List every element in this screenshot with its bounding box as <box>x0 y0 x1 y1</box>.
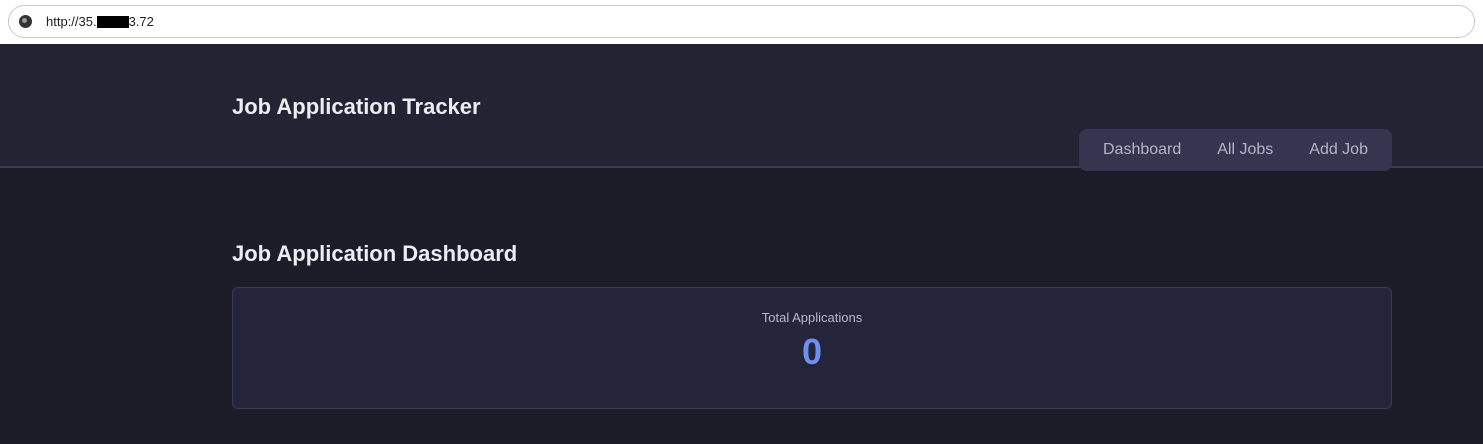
total-applications-card: Total Applications 0 <box>232 287 1392 409</box>
nav-dashboard[interactable]: Dashboard <box>1103 141 1181 159</box>
app-title: Job Application Tracker <box>232 94 481 119</box>
globe-icon <box>19 15 32 28</box>
app-header: Job Application Tracker Dashboard All Jo… <box>0 44 1483 171</box>
stat-label: Total Applications <box>761 310 863 325</box>
address-bar[interactable]: http://35. 3.72 <box>8 5 1475 38</box>
redaction <box>96 15 129 28</box>
page-title: Job Application Dashboard <box>232 241 518 266</box>
nav-add-job[interactable]: Add Job <box>1309 141 1368 159</box>
browser-bar: http://35. 3.72 <box>0 0 1483 44</box>
url-suffix: 3.72 <box>128 14 154 29</box>
main-nav: Dashboard All Jobs Add Job <box>1079 129 1392 171</box>
url-prefix: http://35. <box>46 14 97 29</box>
stat-value: 0 <box>801 331 823 372</box>
nav-all-jobs[interactable]: All Jobs <box>1217 141 1273 159</box>
